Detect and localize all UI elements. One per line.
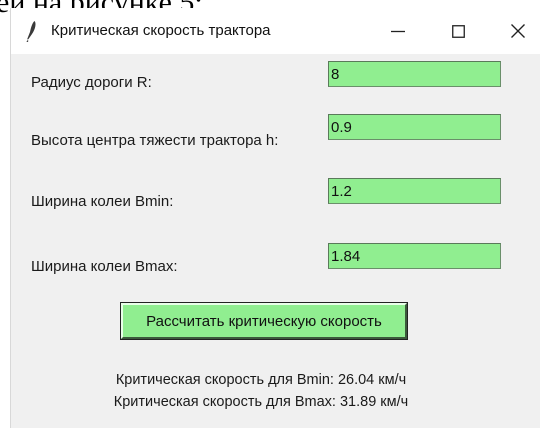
result-bmax: Критическая скорость для Bmax: 31.89 км/… — [113, 394, 409, 410]
feather-icon — [26, 21, 36, 42]
maximize-button[interactable] — [435, 8, 481, 54]
close-icon — [511, 24, 525, 38]
result-bmin: Критическая скорость для Bmin: 26.04 км/… — [115, 372, 407, 388]
radius-input[interactable] — [328, 61, 501, 87]
bmax-label: Ширина колеи Bmax: — [31, 258, 178, 275]
radius-label: Радиус дороги R: — [31, 74, 152, 91]
bmax-input[interactable] — [328, 243, 501, 269]
close-button[interactable] — [495, 8, 540, 54]
maximize-icon — [451, 24, 465, 38]
minimize-button[interactable] — [375, 8, 421, 54]
bmin-label: Ширина колеи Bmin: — [31, 193, 174, 210]
minimize-icon — [391, 30, 405, 33]
bmin-input[interactable] — [328, 178, 501, 204]
calculate-button[interactable]: Рассчитать критическую скорость — [120, 302, 408, 340]
app-window: Критическая скорость трактора Радиус дор… — [10, 8, 540, 428]
title-bar[interactable]: Критическая скорость трактора — [11, 8, 540, 54]
height-input[interactable] — [328, 114, 501, 140]
window-title: Критическая скорость трактора — [51, 22, 271, 39]
height-label: Высота центра тяжести трактора h: — [31, 132, 279, 149]
